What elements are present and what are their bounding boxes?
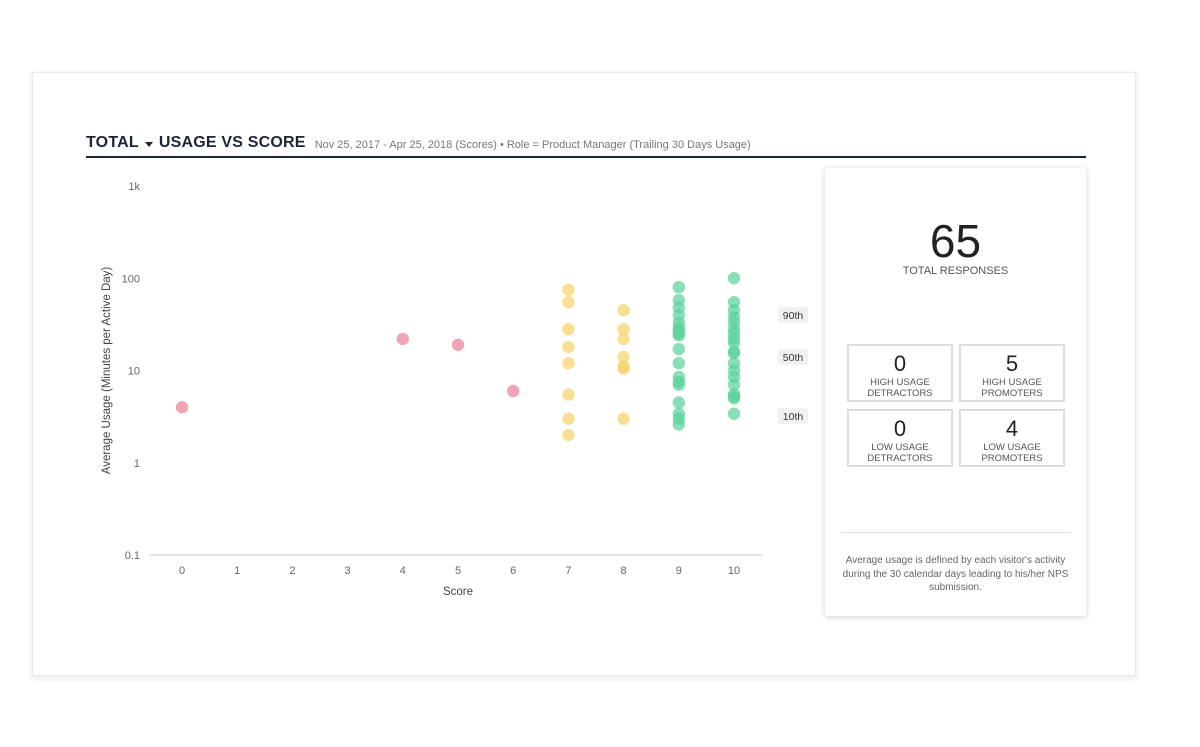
x-tick-label: 5: [455, 565, 461, 577]
quadrant-label-line1: LOW USAGE: [871, 442, 929, 453]
x-tick-label: 10: [728, 565, 740, 577]
x-tick-label: 8: [621, 565, 627, 577]
passive-point: [562, 323, 575, 336]
promoter-point: [672, 396, 685, 409]
promoter-point: [672, 280, 685, 294]
quadrant-value: 5: [1005, 351, 1019, 376]
promoter-point: [727, 272, 741, 285]
chart-header: TOTAL USAGE VS SCORE Nov 25, 2017 - Apr …: [86, 134, 1086, 158]
percentile-label: 10th: [783, 411, 804, 423]
quadrant-label-line1: HIGH USAGE: [870, 377, 930, 388]
y-tick-label: 100: [122, 273, 140, 285]
promoter-point: [727, 407, 741, 420]
passive-point: [617, 412, 630, 425]
passive-point: [562, 388, 575, 401]
passive-point: [562, 356, 575, 370]
y-axis-label: Average Usage (Minutes per Active Day): [101, 267, 113, 475]
detractor-point: [451, 338, 465, 351]
x-tick-label: 9: [676, 565, 682, 577]
passive-point: [562, 283, 575, 296]
usage-definition-note: Average usage is defined by each visitor…: [842, 555, 1069, 593]
chart-title: USAGE VS SCORE: [158, 134, 306, 151]
x-tick-label: 1: [234, 565, 240, 577]
detractor-point: [507, 384, 520, 398]
detractor-point: [396, 332, 409, 346]
quadrant-label-line1: HIGH USAGE: [982, 377, 1042, 388]
x-tick-label: 4: [400, 565, 406, 577]
quadrant-label-line2: PROMOTERS: [981, 453, 1043, 464]
x-tick-label: 6: [510, 565, 516, 577]
passive-point: [562, 340, 575, 354]
promoter-point: [672, 356, 685, 370]
detractor-point: [175, 401, 189, 414]
y-tick-label: 1: [134, 458, 140, 470]
promoter-point: [672, 329, 685, 342]
total-responses-label: TOTAL RESPONSES: [902, 265, 1009, 277]
promoter-point: [727, 392, 741, 405]
x-axis-label: Score: [443, 586, 473, 598]
chart-subtitle: Nov 25, 2017 - Apr 25, 2018 (Scores) • R…: [314, 139, 751, 151]
y-tick-label: 10: [128, 366, 140, 378]
total-responses-value: 65: [929, 215, 982, 267]
passive-point: [562, 296, 575, 309]
quadrant-value: 4: [1005, 416, 1019, 441]
passive-point: [562, 412, 575, 425]
passive-point: [617, 362, 630, 375]
quadrant-label-line2: PROMOTERS: [981, 388, 1043, 399]
promoter-point: [672, 378, 685, 391]
x-tick-label: 3: [345, 565, 351, 577]
quadrant-high-usage-detractors[interactable]: 0 HIGH USAGE DETRACTORS: [847, 344, 953, 402]
summary-panel: 65 TOTAL RESPONSES 0 HIGH USAGE DETRACTO…: [825, 168, 1086, 616]
y-tick-label: 0.1: [125, 550, 140, 562]
usage-score-scatter: 0.1 1 10 100 1k 0 1 2 3 4 5 6 7 8 9 10 Score Average Usag…: [101, 181, 808, 598]
quadrant-value: 0: [893, 416, 907, 441]
quadrant-value: 0: [893, 351, 907, 376]
passive-point: [562, 428, 575, 442]
promoter-point: [672, 418, 685, 431]
promoter-point: [672, 343, 685, 356]
percentile-label: 50th: [783, 352, 804, 364]
quadrant-low-usage-detractors[interactable]: 0 LOW USAGE DETRACTORS: [847, 409, 953, 467]
quadrant-label-line2: DETRACTORS: [867, 453, 933, 464]
x-tick-label: 2: [289, 565, 295, 577]
percentile-label: 90th: [783, 310, 804, 322]
caret-down-icon[interactable]: [144, 142, 153, 147]
passive-point: [617, 304, 630, 317]
quadrant-label-line2: DETRACTORS: [867, 388, 933, 399]
quadrant-label-line1: LOW USAGE: [983, 442, 1041, 453]
y-tick-label: 1k: [128, 181, 140, 193]
passive-point: [617, 332, 630, 346]
quadrant-low-usage-promoters[interactable]: 4 LOW USAGE PROMOTERS: [959, 409, 1065, 467]
title-metric[interactable]: TOTAL: [86, 134, 139, 152]
quadrant-high-usage-promoters[interactable]: 5 HIGH USAGE PROMOTERS: [959, 344, 1065, 402]
x-tick-label: 7: [565, 565, 571, 577]
panel-divider: [841, 532, 1071, 533]
x-tick-label: 0: [179, 565, 185, 577]
